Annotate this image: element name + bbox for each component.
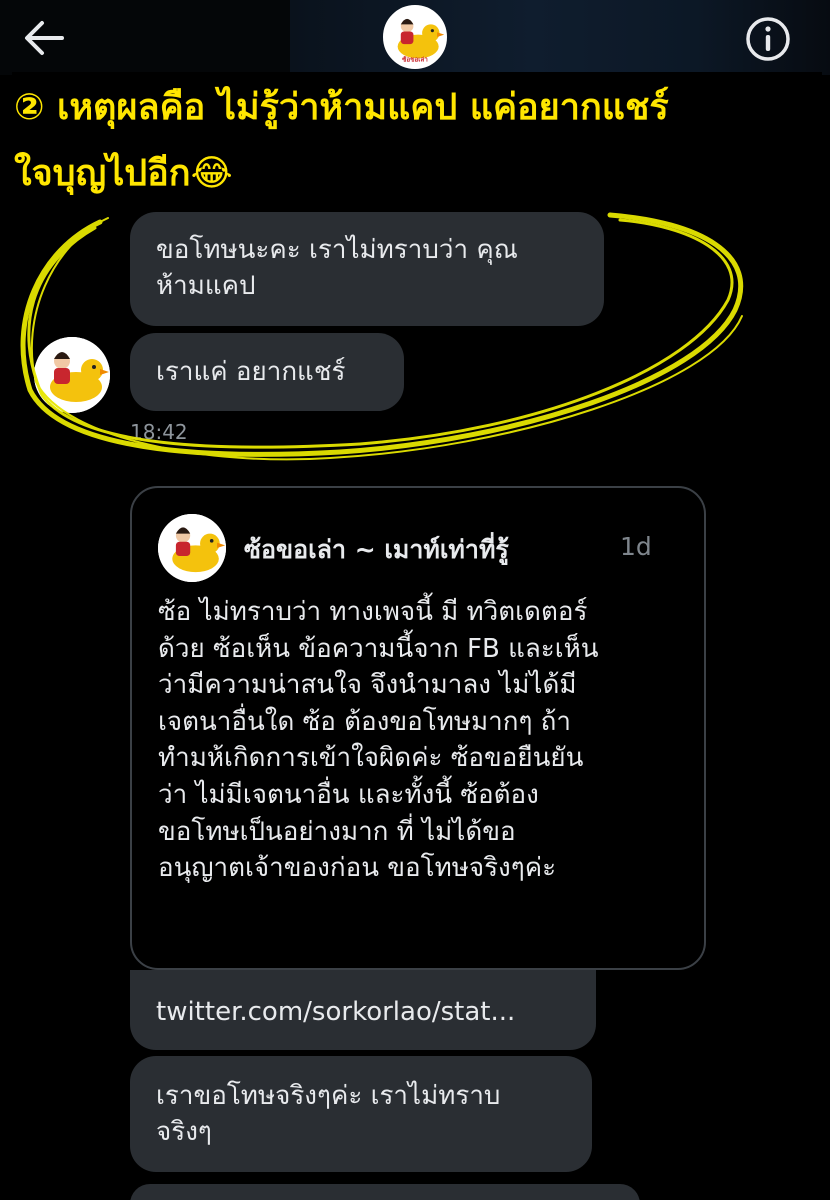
- message-bubble-partial[interactable]: [130, 1184, 640, 1200]
- quoted-text-line: ขอโทษเป็นอย่างมาก ที่ ไม่ได้ขอ: [158, 816, 516, 847]
- message-text-line: เราขอโทษจริงๆค่ะ เราไม่ทราบ: [156, 1081, 501, 1111]
- quoted-text-line: อนุญาตเจ้าของก่อน ขอโทษจริงๆค่ะ: [158, 853, 557, 884]
- quoted-text-line: ด้วย ซ้อเห็น ข้อความนี้จาก FB และเห็น: [158, 633, 599, 664]
- duck-avatar-icon: [158, 514, 226, 582]
- quoted-text-line: เจตนาอื่นใด ซ้อ ต้องขอโทษมากๆ ถ้า: [158, 706, 572, 737]
- quoted-tweet-card[interactable]: ซ้อขอเล่า ~ เมาท์เท่าที่รู้ 1d ซ้อ ไม่ทร…: [130, 486, 706, 970]
- tweet-link[interactable]: twitter.com/sorkorlao/stat...: [156, 994, 570, 1030]
- quoted-text-line: ซ้อ ไม่ทราบว่า ทางเพจนี้ มี ทวิตเดตอร์: [158, 597, 588, 627]
- quoted-text-line: ว่ามีความน่าสนใจ จึงนำมาลง ไม่ได้มี: [158, 670, 577, 701]
- link-message-bubble[interactable]: twitter.com/sorkorlao/stat...: [130, 970, 596, 1050]
- message-bubble[interactable]: เราขอโทษจริงๆค่ะ เราไม่ทราบ จริงๆ: [130, 1056, 592, 1172]
- quoted-tweet-text: ซ้อ ไม่ทราบว่า ทางเพจนี้ มี ทวิตเดตอร์ ด…: [158, 594, 688, 887]
- quoted-author-avatar: [158, 514, 226, 582]
- highlight-scribble: [20, 212, 744, 461]
- quoted-tweet-time: 1d: [620, 532, 652, 561]
- message-text-line: จริงๆ: [156, 1117, 212, 1147]
- quoted-text-line: ทำมห้เกิดการเข้าใจผิดค่ะ ซ้อขอยืนยัน: [158, 743, 584, 774]
- quoted-text-line: ว่า ไม่มีเจตนาอื่น และทั้งนี้ ซ้อต้อง: [158, 779, 539, 810]
- quoted-author-name: ซ้อขอเล่า ~ เมาท์เท่าที่รู้: [244, 535, 509, 564]
